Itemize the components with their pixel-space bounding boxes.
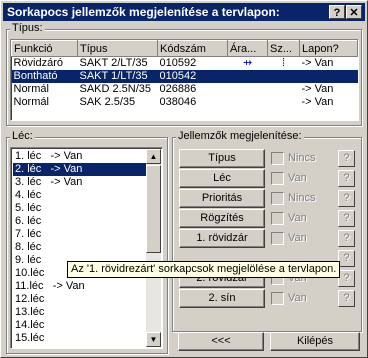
table-cell-kod: 010592 bbox=[159, 57, 197, 69]
back-button[interactable]: <<< bbox=[178, 332, 264, 351]
window-title: Sorkapocs jellemzők megjelenítése a terv… bbox=[7, 5, 280, 19]
table-cell-lapon: -> Van bbox=[301, 83, 334, 95]
prop-checkbox-label: Van bbox=[288, 292, 307, 304]
prop-checkbox-label: Nincs bbox=[288, 152, 316, 164]
prop-help-button[interactable]: ? bbox=[338, 230, 355, 247]
table-row[interactable]: Bontható SAKT 1/LT/35 010542 bbox=[11, 70, 358, 83]
table-cell-tipus: SAKD 2.5N/35 bbox=[79, 83, 152, 95]
types-table[interactable]: Funkció Típus Kódszám Ára... Sz... Lapon? Röv… bbox=[10, 39, 359, 121]
table-cell-ara bbox=[228, 96, 268, 109]
prop-help-button[interactable]: ? bbox=[338, 210, 355, 227]
dialog-window: Sorkapocs jellemzők megjelenítése a terv… bbox=[0, 0, 368, 358]
table-row[interactable]: Normál SAK 2.5/35 038046 -> Van bbox=[12, 96, 358, 109]
column-header[interactable]: Ára... bbox=[227, 40, 268, 57]
prop-help-button[interactable]: ? bbox=[338, 290, 355, 307]
table-cell-lapon bbox=[299, 70, 358, 83]
column-header[interactable]: Lapon? bbox=[299, 40, 358, 57]
exit-button[interactable]: Kilépés bbox=[270, 332, 360, 351]
table-cell-ara bbox=[228, 83, 268, 96]
prop-button[interactable]: 2. sín bbox=[179, 289, 265, 308]
list-item[interactable]: 5. léc bbox=[13, 202, 146, 215]
lec-list: 1. léc -> Van 2. léc -> Van 3. léc -> Van 4… bbox=[13, 150, 146, 346]
list-item[interactable]: 4. léc bbox=[13, 189, 146, 202]
prop-help-button[interactable]: ? bbox=[338, 170, 355, 187]
prop-button[interactable]: Típus bbox=[179, 149, 265, 168]
list-item[interactable]: 7. léc bbox=[13, 228, 146, 241]
prop-checkbox-label: Van bbox=[288, 232, 307, 244]
table-cell-tipus: SAK 2.5/35 bbox=[79, 96, 136, 108]
lec-listbox[interactable]: 1. léc -> Van 2. léc -> Van 3. léc -> Van 4… bbox=[10, 147, 163, 349]
prop-help-button[interactable]: ? bbox=[338, 150, 355, 167]
list-item[interactable]: 3. léc -> Van bbox=[13, 176, 146, 189]
table-cell-kod: 026886 bbox=[159, 83, 197, 95]
prop-checkbox[interactable] bbox=[271, 232, 284, 245]
table-row[interactable]: Rövidzáró SAKT 2/LT/35 010592 ⇸ ⁞ -> Van bbox=[12, 57, 358, 71]
help-button[interactable]: ? bbox=[329, 5, 345, 19]
table-cell-funkcio: Normál bbox=[13, 96, 49, 108]
table-cell-funkcio: Rövidzáró bbox=[13, 57, 64, 69]
lec-scrollbar[interactable]: ▲ ▼ bbox=[146, 149, 161, 347]
list-item[interactable]: 2. léc -> Van bbox=[13, 163, 146, 176]
table-cell-funkcio: Bontható bbox=[11, 70, 78, 83]
title-bar: Sorkapocs jellemzők megjelenítése a terv… bbox=[3, 3, 365, 21]
close-button[interactable]: ✕ bbox=[346, 5, 362, 19]
scroll-up-arrow-icon[interactable]: ▲ bbox=[146, 149, 161, 164]
prop-checkbox[interactable] bbox=[271, 292, 284, 305]
types-group-label: Típus: bbox=[10, 22, 45, 34]
table-cell-lapon: -> Van bbox=[301, 57, 334, 69]
list-item[interactable]: 14.léc bbox=[13, 319, 146, 332]
table-cell-kod: 038046 bbox=[159, 96, 197, 108]
prop-checkbox[interactable] bbox=[271, 172, 284, 185]
prop-checkbox[interactable] bbox=[271, 212, 284, 225]
table-cell-kod: 010542 bbox=[157, 70, 228, 83]
prop-checkbox-label: Van bbox=[288, 172, 307, 184]
prop-checkbox[interactable] bbox=[271, 192, 284, 205]
table-cell-ara bbox=[227, 70, 268, 83]
props-group-label: Jellemzők megjelenítése: bbox=[176, 130, 304, 142]
prop-help-button[interactable]: ? bbox=[338, 250, 355, 267]
tooltip: Az '1. rövidrezárt' sorkapcsok megjelölé… bbox=[67, 261, 341, 278]
prop-help-button[interactable]: ? bbox=[338, 270, 355, 287]
prop-button[interactable]: 1. rövidzár bbox=[179, 229, 265, 248]
prop-button[interactable]: Prioritás bbox=[179, 189, 265, 208]
prop-button[interactable]: Rögzítés bbox=[179, 209, 265, 228]
prop-checkbox[interactable] bbox=[271, 152, 284, 165]
list-item[interactable]: 6. léc bbox=[13, 215, 146, 228]
list-item[interactable]: 12.léc bbox=[13, 293, 146, 306]
column-header[interactable]: Sz... bbox=[267, 40, 300, 57]
table-cell-tipus: SAKT 1/LT/35 bbox=[77, 70, 158, 83]
list-item[interactable]: 11.léc -> Van bbox=[13, 280, 146, 293]
column-header[interactable]: Funkció bbox=[11, 40, 78, 57]
list-item[interactable]: 16.léc bbox=[13, 345, 146, 346]
scroll-down-arrow-icon[interactable]: ▼ bbox=[146, 332, 161, 347]
table-cell-ara: ⇸ bbox=[242, 57, 253, 69]
table-cell-sz bbox=[268, 83, 300, 96]
table-cell-lapon: -> Van bbox=[301, 96, 334, 108]
list-item[interactable]: 8. léc bbox=[13, 241, 146, 254]
table-cell-sz bbox=[267, 70, 300, 83]
table-cell-tipus: SAKT 2/LT/35 bbox=[79, 57, 148, 69]
list-item[interactable]: 15.léc bbox=[13, 332, 146, 345]
table-cell-sz bbox=[268, 96, 300, 109]
table-row[interactable]: Normál SAKD 2.5N/35 026886 -> Van bbox=[12, 83, 358, 96]
column-header[interactable]: Típus bbox=[77, 40, 158, 57]
table-cell-funkcio: Normál bbox=[13, 83, 49, 95]
scroll-thumb[interactable] bbox=[146, 165, 161, 253]
list-item[interactable]: 1. léc -> Van bbox=[13, 150, 146, 163]
prop-help-button[interactable]: ? bbox=[338, 190, 355, 207]
list-item[interactable]: 13.léc bbox=[13, 306, 146, 319]
lec-group-label: Léc: bbox=[10, 130, 35, 142]
table-cell-sz: ⁞ bbox=[281, 57, 286, 69]
prop-button[interactable]: Léc bbox=[179, 169, 265, 188]
prop-checkbox-label: Van bbox=[288, 212, 307, 224]
column-header[interactable]: Kódszám bbox=[157, 40, 228, 57]
prop-checkbox-label: Nincs bbox=[288, 192, 316, 204]
